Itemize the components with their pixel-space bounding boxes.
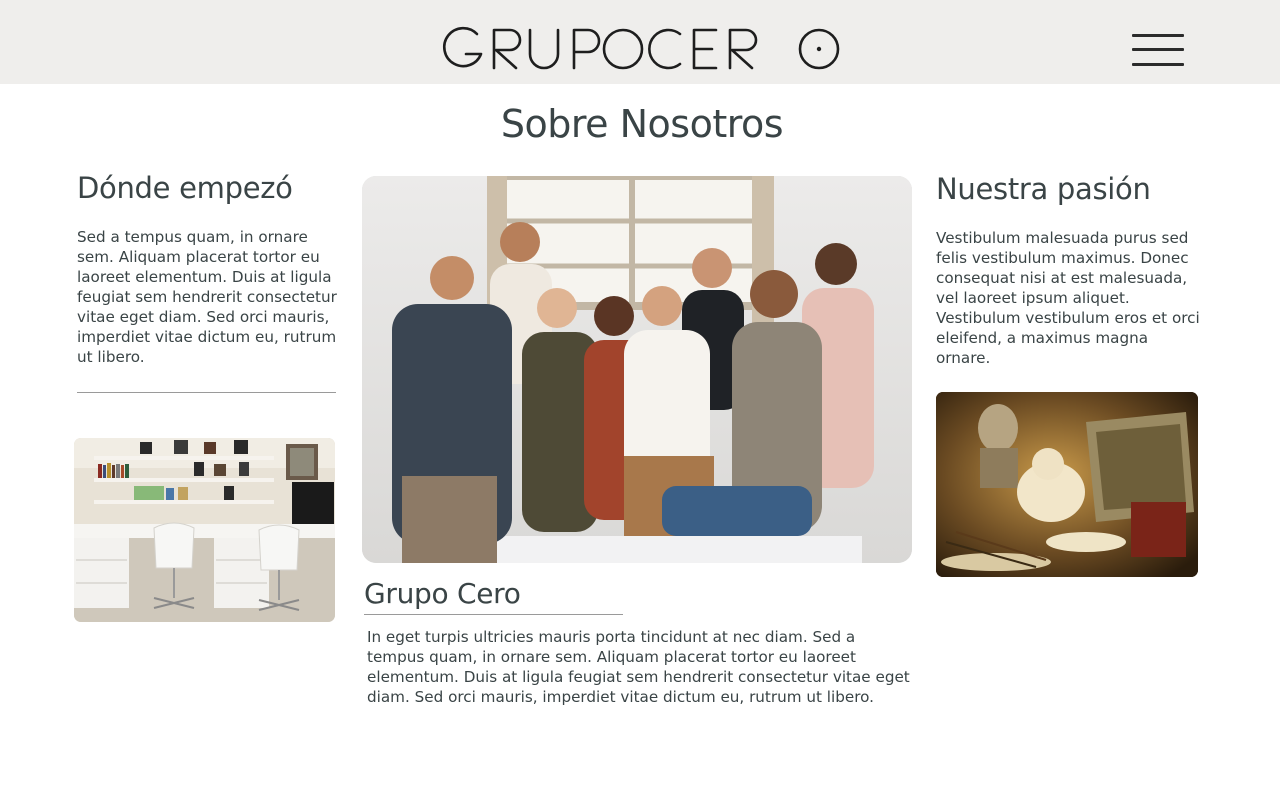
section-text-company: In eget turpis ultricies mauris porta ti… <box>367 628 910 706</box>
divider <box>364 614 623 615</box>
section-text-origins: Sed a tempus quam, in ornare sem. Aliqua… <box>77 228 337 366</box>
page-title: Sobre Nosotros <box>500 102 784 146</box>
section-text-passion: Vestibulum malesuada purus sed felis ves… <box>936 229 1200 367</box>
divider <box>77 392 336 393</box>
grupocero-logo[interactable] <box>440 24 844 72</box>
team-group-photo <box>362 176 912 563</box>
still-life-painting-image <box>936 392 1198 577</box>
hamburger-menu-icon[interactable] <box>1130 32 1186 70</box>
menu-bar <box>1132 34 1184 37</box>
site-header <box>0 0 1280 84</box>
office-workspace-image <box>74 438 335 622</box>
menu-bar <box>1132 63 1184 66</box>
menu-bar <box>1132 48 1184 51</box>
section-heading-company: Grupo Cero <box>364 577 521 610</box>
section-heading-passion: Nuestra pasión <box>936 172 1151 206</box>
section-heading-origins: Dónde empezó <box>77 171 293 205</box>
